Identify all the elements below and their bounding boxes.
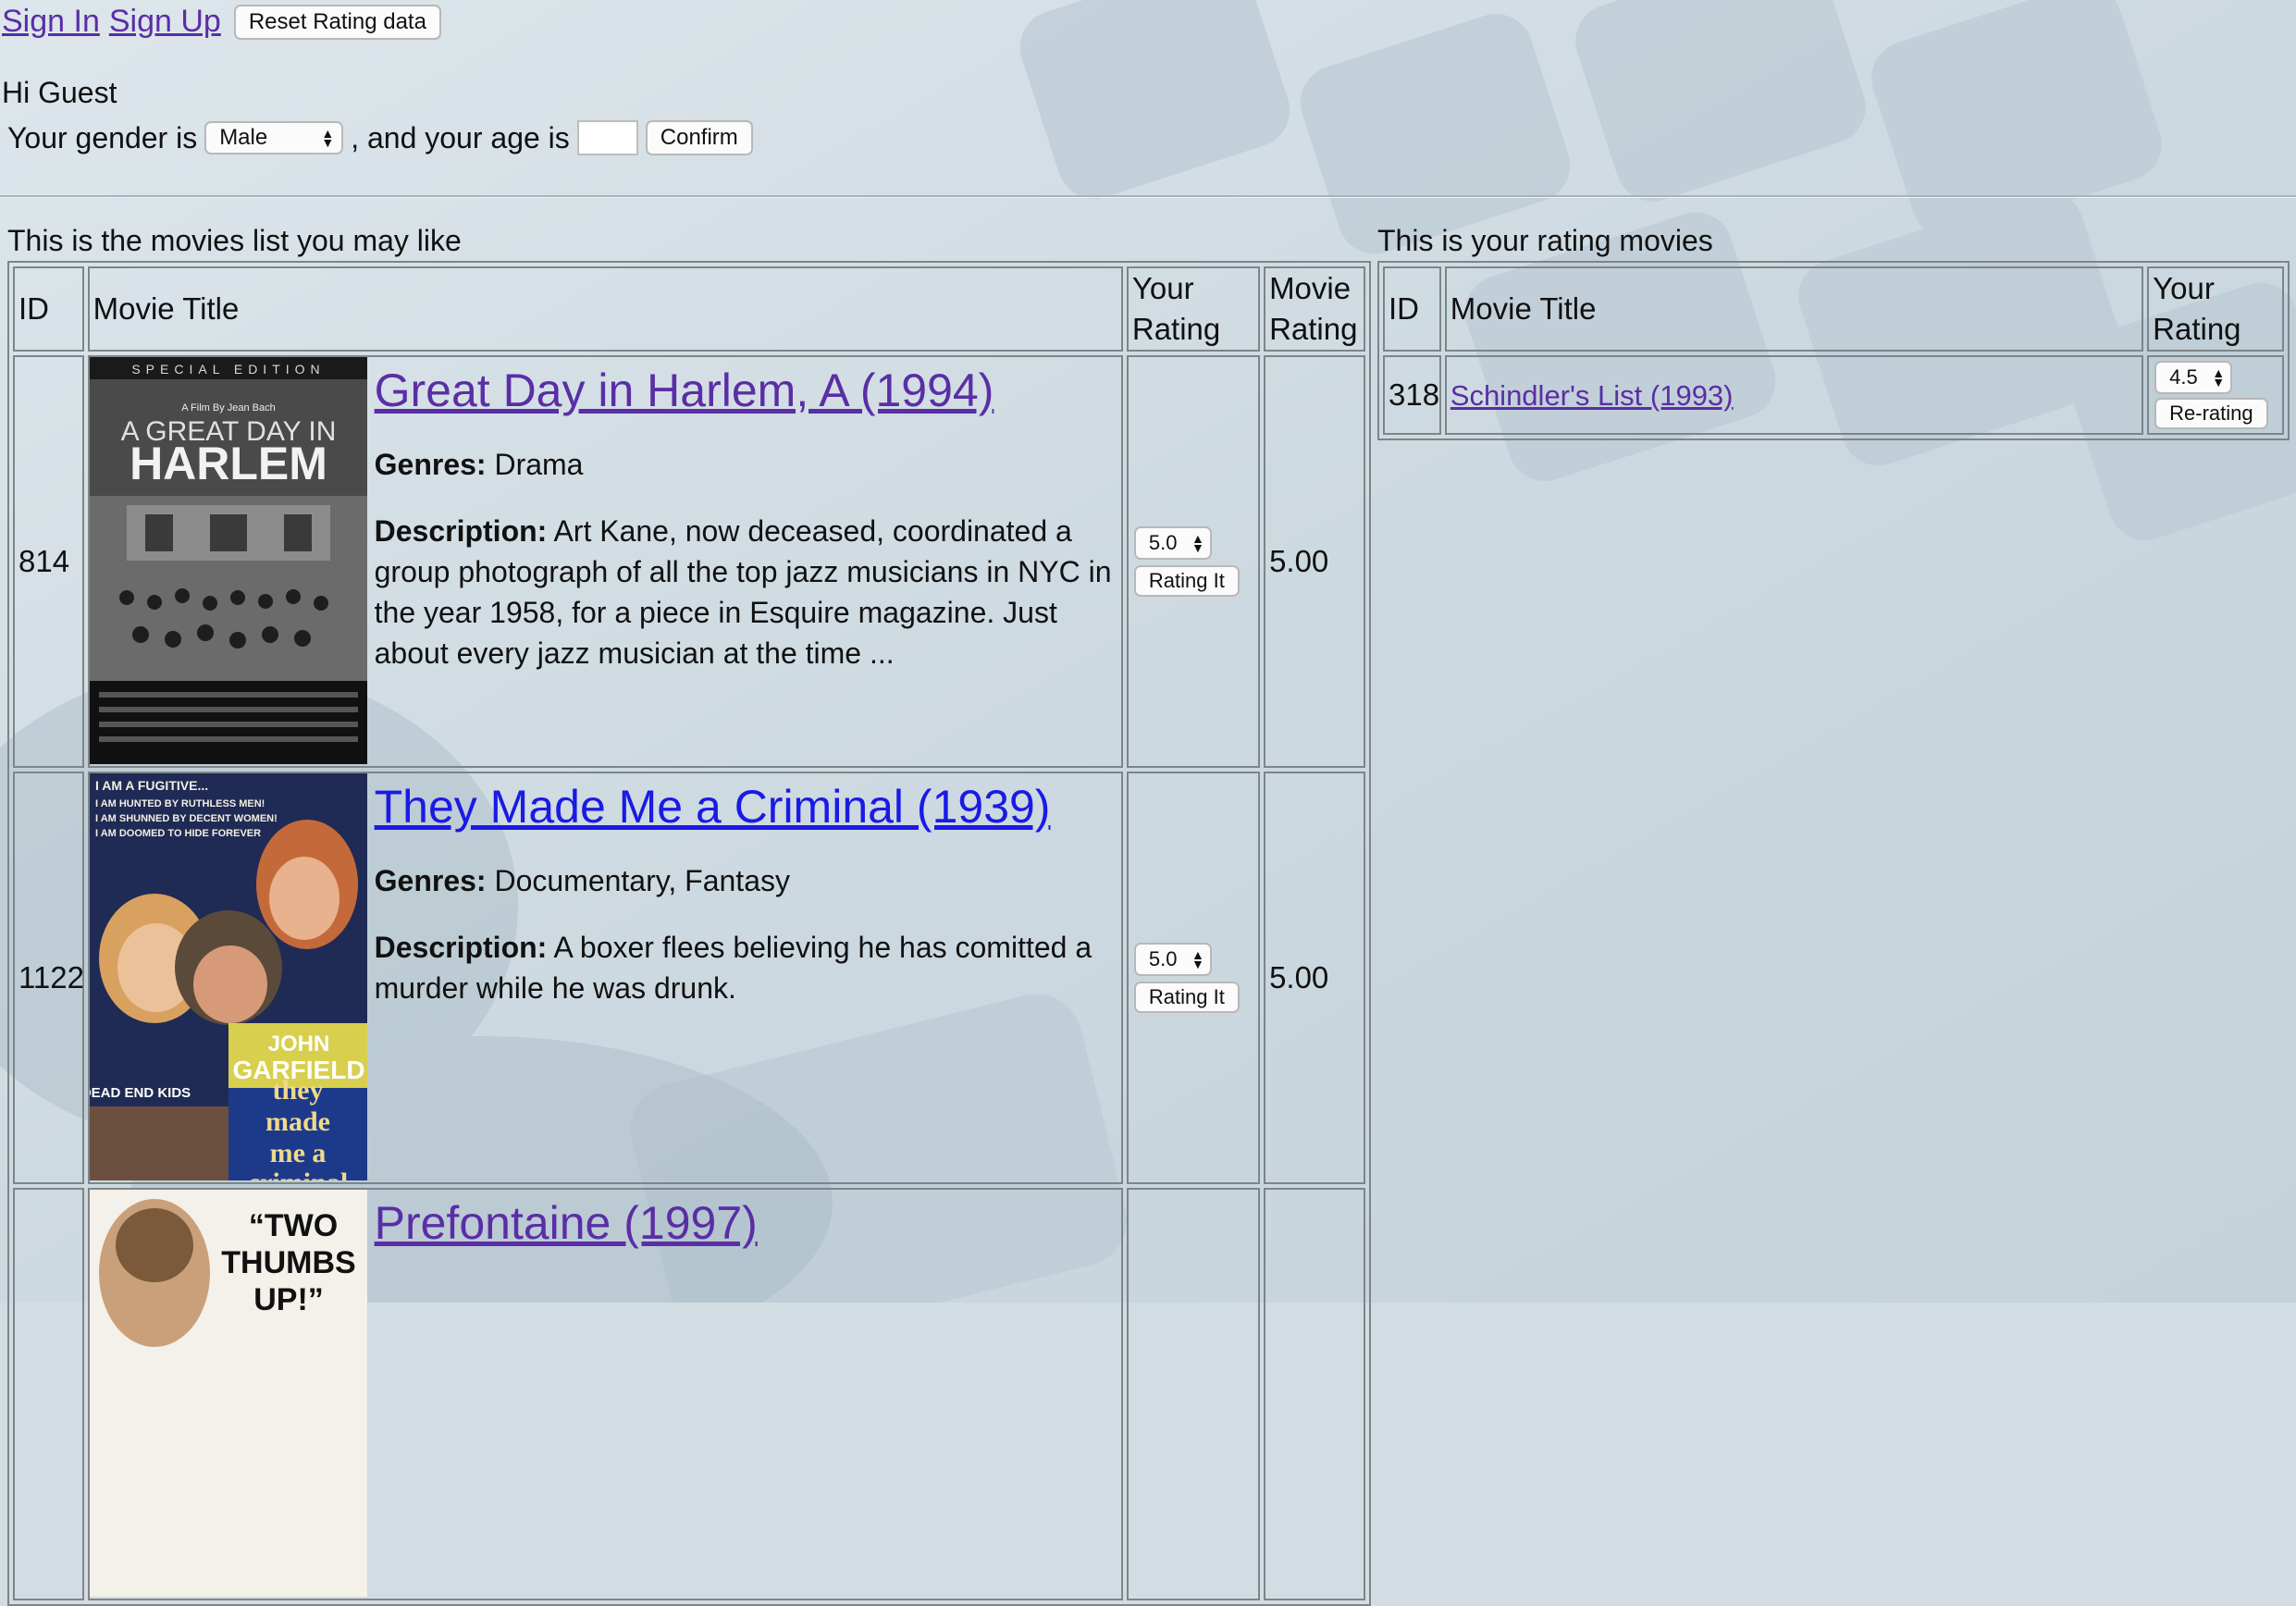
poster-t4: criminal xyxy=(247,1167,347,1180)
divider xyxy=(0,195,2296,198)
movie-genres: Genres: Documentary, Fantasy xyxy=(374,864,790,897)
poster-t3: me a xyxy=(269,1138,326,1168)
header-your-rating: Your Rating xyxy=(1126,266,1261,352)
movie-info: They Made Me a Criminal (1939) Genres: D… xyxy=(367,773,1121,1180)
table-row: 1122 I AM A FUGITIVE... I AM HUNTED BY R… xyxy=(13,772,1365,1184)
confirm-button[interactable]: Confirm xyxy=(645,120,753,155)
poster-q2: THUMBS xyxy=(221,1245,355,1280)
gender-select-value: Male xyxy=(219,125,268,150)
header-id: ID xyxy=(1383,266,1441,352)
table-row: 814 SPECIAL EDITION A Film By Jean Bach … xyxy=(13,355,1365,768)
poster-edition-text: SPECIAL EDITION xyxy=(131,362,325,377)
movie-id: 814 xyxy=(13,355,84,768)
header-movie-title: Movie Title xyxy=(1444,266,2144,352)
your-rating-cell: 5.0 ▲ ▼ Rating It xyxy=(1126,772,1261,1184)
movie-genres: Genres: Drama xyxy=(374,448,584,481)
poster-kids: DEAD END KIDS xyxy=(90,1085,191,1101)
table-row: “TWO THUMBS UP!” Prefontaine (1997) xyxy=(13,1188,1365,1600)
poster-q1: “TWO xyxy=(248,1208,337,1243)
profile-form: Your gender is Male ▲ ▼ , and your age is… xyxy=(7,120,753,155)
header-id: ID xyxy=(13,266,84,352)
rated-caption: This is your rating movies xyxy=(1377,224,1713,257)
poster-t2: made xyxy=(265,1106,330,1137)
rating-select-value: 5.0 xyxy=(1148,947,1178,970)
movie-id xyxy=(13,1188,84,1600)
sign-up-link[interactable]: Sign Up xyxy=(109,4,221,40)
poster-by-text: A Film By Jean Bach xyxy=(181,402,276,414)
recommend-header-row: ID Movie Title Your Rating Movie Rating xyxy=(13,266,1365,352)
rating-select-value: 5.0 xyxy=(1148,531,1178,554)
poster-tag4: I AM DOOMED TO HIDE FOREVER xyxy=(95,828,261,839)
rating-it-button[interactable]: Rating It xyxy=(1133,982,1240,1013)
rating-select[interactable]: 5.0 ▲ ▼ xyxy=(1133,943,1212,976)
movie-info: Prefontaine (1997) xyxy=(367,1190,763,1597)
movie-title-cell: Schindler's List (1993) xyxy=(1444,355,2144,435)
your-rating-cell: 4.5 ▲ ▼ Re-rating xyxy=(2147,355,2284,435)
header-movie-title: Movie Title xyxy=(87,266,1123,352)
poster-line2: HARLEM xyxy=(130,438,327,489)
movie-rating: 5.00 xyxy=(1264,355,1365,768)
your-rating-cell xyxy=(1126,1188,1261,1600)
gender-label: Your gender is xyxy=(7,120,198,154)
sign-in-link[interactable]: Sign In xyxy=(2,4,100,40)
table-row: 318 Schindler's List (1993) 4.5 ▲ ▼ Re-ra… xyxy=(1383,355,2284,435)
movie-cell: I AM A FUGITIVE... I AM HUNTED BY RUTHLE… xyxy=(87,772,1123,1184)
movie-rating: 5.00 xyxy=(1264,772,1365,1184)
rating-select-value: 4.5 xyxy=(2169,365,2198,389)
movie-poster: I AM A FUGITIVE... I AM HUNTED BY RUTHLE… xyxy=(89,773,367,1180)
rating-select[interactable]: 5.0 ▲ ▼ xyxy=(1133,526,1212,560)
header-movie-rating: Movie Rating xyxy=(1264,266,1365,352)
movie-cell: “TWO THUMBS UP!” Prefontaine (1997) xyxy=(87,1188,1123,1600)
movie-title-link[interactable]: Schindler's List (1993) xyxy=(1450,379,1734,412)
poster-q3: UP!” xyxy=(253,1282,324,1317)
rating-select[interactable]: 4.5 ▲ ▼ xyxy=(2154,361,2233,394)
rated-table: ID Movie Title Your Rating 318 Schindler'… xyxy=(1377,261,2290,440)
re-rating-button[interactable]: Re-rating xyxy=(2154,398,2268,429)
movie-rating xyxy=(1264,1188,1365,1600)
poster-tag3: I AM SHUNNED BY DECENT WOMEN! xyxy=(95,813,278,824)
movie-description: Description: A boxer flees believing he … xyxy=(374,931,1092,1005)
movie-description: Description: Art Kane, now deceased, coo… xyxy=(374,514,1112,670)
updown-arrows-icon: ▲ ▼ xyxy=(321,126,335,150)
recommend-caption: This is the movies list you may like xyxy=(7,224,462,257)
movie-id: 1122 xyxy=(13,772,84,1184)
top-nav: Sign In Sign Up Reset Rating data xyxy=(2,4,441,40)
age-input[interactable] xyxy=(576,120,638,155)
rating-it-button[interactable]: Rating It xyxy=(1133,565,1240,597)
updown-arrows-icon: ▲ ▼ xyxy=(1191,947,1204,971)
age-label: , and your age is xyxy=(351,120,570,154)
movie-cell: SPECIAL EDITION A Film By Jean Bach A GR… xyxy=(87,355,1123,768)
recommend-table: ID Movie Title Your Rating Movie Rating 81… xyxy=(7,261,1371,1606)
movie-poster: SPECIAL EDITION A Film By Jean Bach A GR… xyxy=(89,357,367,764)
poster-tag2: I AM HUNTED BY RUTHLESS MEN! xyxy=(95,798,265,809)
your-rating-cell: 5.0 ▲ ▼ Rating It xyxy=(1126,355,1261,768)
movie-id: 318 xyxy=(1383,355,1441,435)
movie-title-link[interactable]: They Made Me a Criminal (1939) xyxy=(375,779,1116,834)
header-your-rating: Your Rating xyxy=(2147,266,2284,352)
reset-rating-button[interactable]: Reset Rating data xyxy=(233,4,441,40)
movie-title-link[interactable]: Prefontaine (1997) xyxy=(375,1195,758,1251)
poster-star1: JOHN xyxy=(267,1032,329,1056)
updown-arrows-icon: ▲ ▼ xyxy=(1191,531,1204,555)
movie-title-link[interactable]: Great Day in Harlem, A (1994) xyxy=(375,363,1116,418)
gender-select[interactable]: Male ▲ ▼ xyxy=(204,121,344,154)
rated-header-row: ID Movie Title Your Rating xyxy=(1383,266,2284,352)
movie-poster: “TWO THUMBS UP!” xyxy=(89,1190,367,1597)
poster-t1: they xyxy=(272,1075,323,1106)
greeting-text: Hi Guest xyxy=(2,76,117,109)
movie-info: Great Day in Harlem, A (1994) Genres: Dr… xyxy=(367,357,1121,764)
poster-tag1: I AM A FUGITIVE... xyxy=(95,778,208,793)
updown-arrows-icon: ▲ ▼ xyxy=(2212,365,2226,389)
